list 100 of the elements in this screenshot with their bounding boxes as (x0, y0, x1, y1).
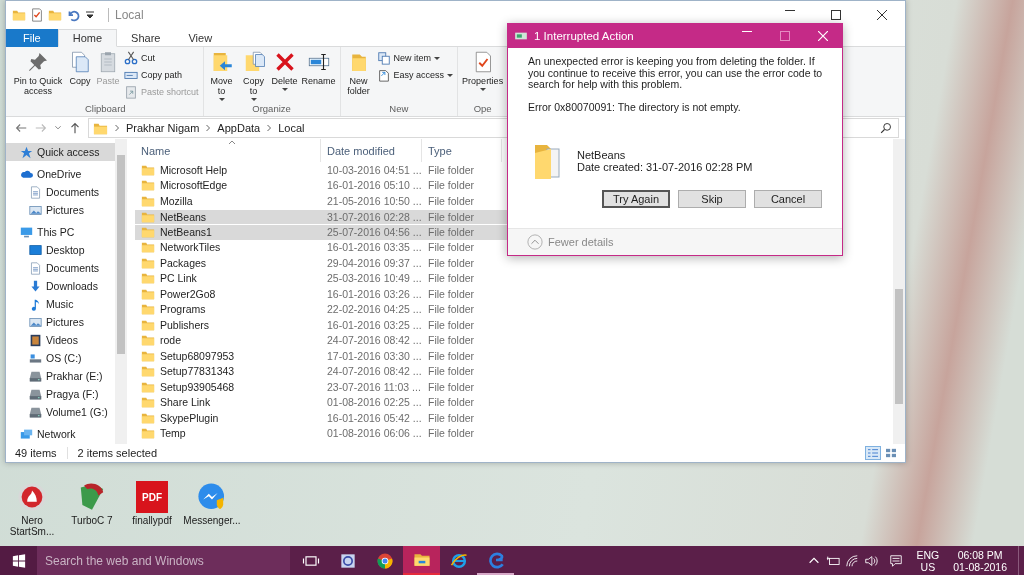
ribbon-button[interactable]: Cut (122, 50, 201, 66)
file-row[interactable]: Setup93905468 23-07-2016 11:03 ... File folder (135, 379, 507, 395)
navigation-item[interactable]: This PC (6, 223, 115, 241)
region-code: US (920, 560, 936, 573)
file-type: File folder (428, 303, 475, 316)
large-icons-view-button[interactable] (883, 446, 899, 460)
ribbon-button[interactable]: Delete (269, 49, 300, 102)
document-icon (29, 185, 42, 199)
ribbon-tab[interactable]: File (6, 29, 58, 47)
drive-icon (29, 369, 42, 383)
navigation-item[interactable]: Downloads (6, 277, 115, 295)
navigation-item[interactable]: Videos (6, 331, 115, 349)
breadcrumb-item[interactable]: Prakhar Nigam (126, 122, 200, 134)
file-row[interactable]: Share Link 01-08-2016 02:25 ... File folder (135, 394, 507, 410)
pdf-document-icon[interactable]: PDF (136, 481, 168, 513)
ribbon-tab[interactable]: Share (117, 29, 175, 47)
navigation-item[interactable]: OneDrive (6, 165, 115, 183)
scrollbar[interactable] (115, 139, 127, 444)
navigation-item[interactable]: OS (C:) (6, 349, 115, 367)
file-row[interactable]: Power2Go8 16-01-2016 03:26 ... File folder (135, 286, 507, 302)
ribbon-button[interactable]: Pin to Quick access (10, 49, 66, 102)
breadcrumb-item[interactable]: Local (278, 122, 305, 134)
ribbon-button[interactable]: Move to (205, 49, 238, 102)
speaker-icon[interactable] (863, 553, 878, 568)
caret-icon[interactable] (86, 11, 94, 19)
ribbon-button[interactable]: Easy access (374, 67, 456, 83)
dialog-button[interactable]: Try Again (602, 190, 670, 208)
folder-icon (141, 178, 155, 193)
desktop-icon-label[interactable]: TurboC 7 (63, 515, 121, 526)
folder-icon (141, 225, 155, 240)
file-row[interactable]: Mozilla 21-05-2016 10:50 ... File folder (135, 193, 507, 209)
notification-icon[interactable] (888, 553, 903, 568)
navigation-item[interactable]: Network (6, 425, 115, 443)
navigation-item[interactable]: Music (6, 295, 115, 313)
ribbon-tab[interactable]: View (174, 29, 227, 47)
caret-icon (281, 88, 288, 91)
file-row[interactable]: NetBeans 31-07-2016 02:28 ... File folder (135, 208, 507, 224)
wifi-icon[interactable] (844, 553, 859, 568)
ribbon-tab[interactable]: Home (57, 29, 118, 47)
ribbon-button[interactable]: New item (374, 50, 456, 66)
navigation-item[interactable]: Documents (6, 183, 115, 201)
file-type: File folder (428, 163, 475, 176)
film-icon (29, 333, 42, 347)
ribbon-group-label: Ope (473, 102, 492, 115)
file-row[interactable]: Setup68097953 17-01-2016 03:30 ... File folder (135, 348, 507, 364)
dialog-button[interactable]: Cancel (754, 190, 822, 208)
file-row[interactable]: NetworkTiles 16-01-2016 03:35 ... File folder (135, 239, 507, 255)
file-row[interactable]: MicrosoftEdge 16-01-2016 05:10 ... File folder (135, 177, 507, 193)
file-type: File folder (428, 210, 475, 223)
navigation-item[interactable]: Desktop (6, 241, 115, 259)
file-row[interactable]: Publishers 16-01-2016 03:25 ... File folder (135, 317, 507, 333)
desktop-icon-label[interactable]: Nero StartSm... (3, 515, 61, 537)
date-created: Date created: 31-07-2016 02:28 PM (577, 161, 753, 173)
desktop-icon-label[interactable]: Messenger... (183, 515, 241, 526)
drive-icon (29, 387, 42, 401)
file-row[interactable]: PC Link 25-03-2016 10:49 ... File folder (135, 270, 507, 286)
file-row[interactable]: NetBeans1 25-07-2016 04:56 ... File folder (135, 224, 507, 240)
dialog-title: 1 Interrupted Action (534, 30, 634, 42)
navigation-item[interactable]: Documents (6, 259, 115, 277)
dialog-button[interactable]: Skip (678, 190, 746, 208)
start-button[interactable] (0, 546, 37, 575)
column-header[interactable]: Name (135, 139, 321, 162)
navigation-item[interactable]: Pictures (6, 313, 115, 331)
ribbon-button[interactable]: Rename (299, 49, 338, 102)
file-row[interactable]: rode 24-07-2016 08:42 ... File folder (135, 332, 507, 348)
back-arrow-icon[interactable] (14, 121, 28, 135)
close-icon[interactable] (877, 10, 887, 20)
document-check-icon[interactable] (30, 8, 44, 22)
ribbon-button[interactable]: New folder (342, 49, 375, 102)
file-row[interactable]: Microsoft Help 10-03-2016 04:51 ... File folder (135, 162, 507, 178)
navigation-item[interactable]: Volume1 (G:) (6, 403, 115, 421)
file-row[interactable]: Packages 29-04-2016 09:37 ... File folder (135, 255, 507, 271)
navigation-item[interactable]: Pictures (6, 201, 115, 219)
column-header[interactable]: Date modified (321, 139, 422, 162)
undo-icon[interactable] (66, 8, 80, 22)
language-indicator[interactable]: ENG US (913, 548, 943, 573)
maximize-icon[interactable] (831, 10, 841, 20)
disc-icon[interactable] (16, 481, 48, 513)
clock[interactable]: 06:08 PM 01-08-2016 (947, 548, 1013, 573)
ribbon-button[interactable]: Properties (460, 49, 506, 102)
ribbon-button[interactable]: Copy to (237, 49, 270, 102)
navigation-item[interactable]: Quick access (6, 143, 115, 161)
desktop-icon-label[interactable]: finallypdf (123, 515, 181, 526)
search-box[interactable]: Search the web and Windows (37, 546, 290, 575)
taskbar-button[interactable] (403, 546, 440, 575)
column-header[interactable]: Type (422, 139, 502, 162)
file-row[interactable]: Temp 01-08-2016 06:06 ... File folder (135, 425, 507, 441)
file-row[interactable]: Programs 22-02-2016 04:25 ... File folder (135, 301, 507, 317)
file-row[interactable]: Setup77831343 24-07-2016 08:42 ... File folder (135, 363, 507, 379)
ribbon-button[interactable]: Copy (66, 49, 94, 102)
file-type: File folder (428, 380, 475, 393)
up-arrow-icon[interactable] (68, 121, 82, 135)
scrollbar[interactable] (893, 139, 905, 444)
navigation-item[interactable]: Pragya (F:) (6, 385, 115, 403)
navigation-item[interactable]: Prakhar (E:) (6, 367, 115, 385)
breadcrumb-item[interactable]: AppData (217, 122, 261, 134)
file-name: Power2Go8 (160, 287, 216, 300)
ribbon-button[interactable]: Copy path (122, 67, 201, 83)
file-row[interactable]: SkypePlugin 16-01-2016 05:42 ... File folder (135, 410, 507, 426)
details-view-button[interactable] (865, 446, 881, 460)
